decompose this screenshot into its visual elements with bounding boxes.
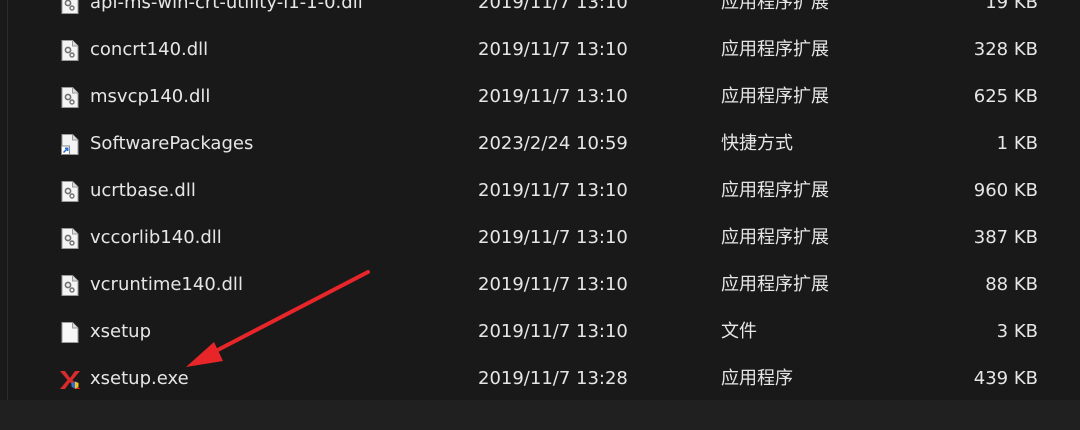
- file-name[interactable]: api-ms-win-crt-utility-l1-1-0.dll: [90, 0, 363, 26]
- file-date-modified: 2019/11/7 13:10: [478, 227, 628, 248]
- file-row[interactable]: xsetup 2019/11/7 13:10 文件 3 KB: [0, 308, 1080, 355]
- file-name[interactable]: msvcp140.dll: [90, 73, 210, 120]
- file-row[interactable]: concrt140.dll 2019/11/7 13:10 应用程序扩展 328…: [0, 26, 1080, 73]
- file-size: 387 KB: [973, 227, 1038, 248]
- dll-file-icon: [61, 87, 79, 108]
- file-type: 应用程序扩展: [721, 227, 829, 248]
- file-size: 960 KB: [973, 180, 1038, 201]
- file-row[interactable]: msvcp140.dll 2019/11/7 13:10 应用程序扩展 625 …: [0, 73, 1080, 120]
- file-row[interactable]: vccorlib140.dll 2019/11/7 13:10 应用程序扩展 3…: [0, 214, 1080, 261]
- file-size: 328 KB: [973, 39, 1038, 60]
- file-list: api-ms-win-crt-utility-l1-1-0.dll 2019/1…: [0, 0, 1080, 402]
- file-name[interactable]: vccorlib140.dll: [90, 214, 222, 261]
- file-size: 3 KB: [996, 321, 1038, 342]
- file-name[interactable]: ucrtbase.dll: [90, 167, 196, 214]
- file-name[interactable]: SoftwarePackages: [90, 120, 253, 167]
- file-row[interactable]: vcruntime140.dll 2019/11/7 13:10 应用程序扩展 …: [0, 261, 1080, 308]
- file-size: 625 KB: [973, 86, 1038, 107]
- file-name[interactable]: xsetup: [90, 308, 151, 355]
- file-size: 1 KB: [996, 133, 1038, 154]
- file-date-modified: 2019/11/7 13:10: [478, 274, 628, 295]
- file-type: 应用程序扩展: [721, 86, 829, 107]
- file-type: 文件: [721, 321, 757, 342]
- file-type: 快捷方式: [721, 133, 793, 154]
- file-type: 应用程序扩展: [721, 180, 829, 201]
- file-size: 88 KB: [985, 274, 1038, 295]
- file-row[interactable]: SoftwarePackages 2023/2/24 10:59 快捷方式 1 …: [0, 120, 1080, 167]
- file-date-modified: 2019/11/7 13:10: [478, 0, 628, 13]
- dll-file-icon: [61, 228, 79, 249]
- file-row[interactable]: api-ms-win-crt-utility-l1-1-0.dll 2019/1…: [0, 0, 1080, 26]
- file-type: 应用程序扩展: [721, 0, 829, 13]
- xilinx-exe-icon: [60, 369, 80, 390]
- dll-file-icon: [61, 0, 79, 14]
- file-type: 应用程序扩展: [721, 39, 829, 60]
- file-size: 439 KB: [973, 368, 1038, 389]
- shortcut-icon: [61, 134, 79, 155]
- file-name[interactable]: concrt140.dll: [90, 26, 208, 73]
- status-bar: [0, 400, 1080, 430]
- dll-file-icon: [61, 275, 79, 296]
- file-date-modified: 2019/11/7 13:10: [478, 321, 628, 342]
- file-row[interactable]: xsetup.exe 2019/11/7 13:28 应用程序 439 KB: [0, 355, 1080, 402]
- file-date-modified: 2019/11/7 13:10: [478, 39, 628, 60]
- file-size: 19 KB: [985, 0, 1038, 13]
- file-date-modified: 2019/11/7 13:10: [478, 180, 628, 201]
- file-list-pane: api-ms-win-crt-utility-l1-1-0.dll 2019/1…: [0, 0, 1080, 400]
- file-date-modified: 2019/11/7 13:10: [478, 86, 628, 107]
- file-row[interactable]: ucrtbase.dll 2019/11/7 13:10 应用程序扩展 960 …: [0, 167, 1080, 214]
- file-name[interactable]: vcruntime140.dll: [90, 261, 243, 308]
- dll-file-icon: [61, 181, 79, 202]
- file-date-modified: 2023/2/24 10:59: [478, 133, 628, 154]
- file-date-modified: 2019/11/7 13:28: [478, 368, 628, 389]
- blank-file-icon: [61, 322, 79, 343]
- file-name[interactable]: xsetup.exe: [90, 355, 189, 402]
- dll-file-icon: [61, 40, 79, 61]
- file-type: 应用程序扩展: [721, 274, 829, 295]
- file-type: 应用程序: [721, 368, 793, 389]
